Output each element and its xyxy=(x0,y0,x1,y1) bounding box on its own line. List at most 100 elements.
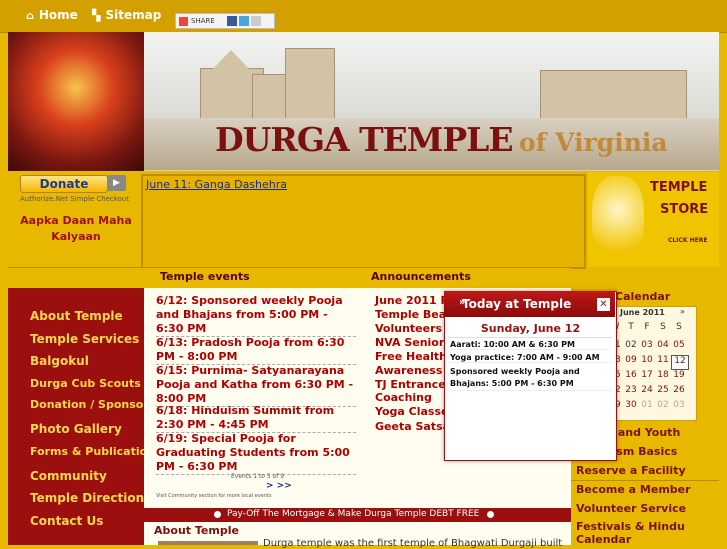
sitemap-icon: ▚ xyxy=(92,9,101,22)
events-pager[interactable]: > >> xyxy=(266,481,292,491)
calendar-day[interactable]: 05 xyxy=(671,340,687,355)
sitemap-link[interactable]: ▚ Sitemap xyxy=(92,8,161,22)
about-image xyxy=(158,541,258,545)
section-header-bar xyxy=(8,267,571,289)
sitemap-label: Sitemap xyxy=(105,8,162,22)
menu-festivals-calendar[interactable]: Festivals & Hindu Calendar xyxy=(576,520,716,546)
menu-volunteer-service[interactable]: Volunteer Service xyxy=(576,502,686,515)
calendar-day[interactable]: 24 xyxy=(639,385,655,400)
close-icon[interactable]: ✕ xyxy=(597,298,610,311)
popup-title: Today at Temple xyxy=(462,297,572,311)
calendar-day[interactable]: 04 xyxy=(655,340,671,355)
nav-about-temple[interactable]: About Temple xyxy=(30,309,123,323)
nav-photo-gallery[interactable]: Photo Gallery xyxy=(30,422,122,436)
store-title-line2: STORE xyxy=(660,202,709,217)
calendar-days: 0102030405080910111215161718192223242526… xyxy=(607,340,689,415)
nav-temple-services[interactable]: Temple Services xyxy=(30,332,139,346)
announcements-heading: Announcements xyxy=(371,270,471,283)
popup-line: Sponsored weekly Pooja and Bhajans: 5:00… xyxy=(450,366,612,391)
share-button[interactable]: SHARE xyxy=(175,13,275,29)
calendar-day[interactable]: 11 xyxy=(655,355,671,370)
popup-date: Sunday, June 12 xyxy=(448,322,613,338)
about-heading: About Temple xyxy=(154,524,239,537)
weekday-label: S xyxy=(660,322,666,332)
nav-community[interactable]: Community xyxy=(30,469,107,483)
event-item[interactable]: 6/19: Special Pooja for Graduating Stude… xyxy=(156,432,356,475)
twitter-icon xyxy=(239,16,250,26)
events-note: Visit Community section for more local e… xyxy=(156,493,272,499)
calendar-day[interactable]: 18 xyxy=(655,370,671,385)
calendar-week-row: 2930010203 xyxy=(607,400,689,415)
event-item[interactable]: 6/18: Hinduism Summit from 2:30 PM - 4:4… xyxy=(156,404,356,433)
nav-contact-us[interactable]: Contact Us xyxy=(30,514,103,528)
calendar-day[interactable]: 30 xyxy=(623,400,639,415)
event-item[interactable]: 6/13: Pradosh Pooja from 6:30 PM - 8:00 … xyxy=(156,336,356,365)
marquee-text[interactable]: Pay-Off The Mortgage & Make Durga Temple… xyxy=(227,509,479,519)
announcement-item[interactable]: Volunteers V xyxy=(375,322,454,336)
announcement-item[interactable]: Temple Bea xyxy=(375,308,446,322)
store-click-here[interactable]: CLICK HERE xyxy=(668,237,707,244)
calendar-heading: Calendar xyxy=(615,290,671,303)
donate-button[interactable]: Donate xyxy=(20,175,108,193)
nav-durga-cub-scouts[interactable]: Durga Cub Scouts xyxy=(30,377,141,390)
weekday-label: F xyxy=(644,322,650,332)
calendar-month: June 2011 xyxy=(620,308,665,317)
calendar-day[interactable]: 02 xyxy=(655,400,671,415)
calendar-week-row: 0809101112 xyxy=(607,355,689,370)
nav-temple-direction[interactable]: Temple Direction xyxy=(30,491,144,505)
calendar-day[interactable]: 17 xyxy=(639,370,655,385)
event-item[interactable]: 6/12: Sponsored weekly Pooja and Bhajans… xyxy=(156,294,356,337)
calendar-day[interactable]: 25 xyxy=(655,385,671,400)
payment-provider: Authorize.Net Simple Checkout xyxy=(20,195,130,203)
weekday-label: S xyxy=(676,322,682,332)
weekday-label: T xyxy=(628,322,634,332)
donate-arrow-icon[interactable]: ▶ xyxy=(107,175,126,191)
calendar-today[interactable]: 12 xyxy=(671,355,689,370)
calendar-next-button[interactable]: » xyxy=(680,307,685,316)
nav-forms-publications[interactable]: Forms & Publications xyxy=(30,445,162,458)
events-count: Events 1 to 5 of 9 xyxy=(231,473,285,480)
left-nav xyxy=(8,288,144,545)
calendar-day[interactable]: 01 xyxy=(639,400,655,415)
menu-become-member[interactable]: Become a Member xyxy=(576,483,691,496)
menu-reserve-facility[interactable]: Reserve a Facility xyxy=(576,464,686,477)
donate-tagline: Aapka Daan Maha Kalyaan xyxy=(20,214,132,243)
share-label: SHARE xyxy=(191,17,215,25)
calendar-day[interactable]: 03 xyxy=(639,340,655,355)
announcement-item[interactable]: Awareness xyxy=(375,364,442,378)
calendar-day[interactable]: 16 xyxy=(623,370,639,385)
nav-donation-sponsor[interactable]: Donation / Sponsor xyxy=(30,398,149,411)
nav-balgokul[interactable]: Balgokul xyxy=(30,354,89,368)
calendar-day[interactable]: 09 xyxy=(623,355,639,370)
events-heading: Temple events xyxy=(160,270,250,283)
announcement-item[interactable]: Yoga Classe xyxy=(375,405,448,419)
calendar-week-row: 2223242526 xyxy=(607,385,689,400)
calendar-day[interactable]: 23 xyxy=(623,385,639,400)
announcement-item[interactable]: Geeta Satsa xyxy=(375,420,450,434)
temple-spire-image xyxy=(210,50,252,72)
calendar-grid: W T F S S xyxy=(607,322,687,332)
home-link[interactable]: ⌂ Home xyxy=(26,8,78,22)
calendar-day[interactable]: 02 xyxy=(623,340,639,355)
announcement-item[interactable]: TJ Entrance xyxy=(375,378,446,392)
calendar-week-row: 1516171819 xyxy=(607,370,689,385)
site-subtitle: of Virginia xyxy=(519,128,668,157)
goddess-image xyxy=(8,32,144,171)
news-scroller-link[interactable]: June 11: Ganga Dashehra xyxy=(146,178,287,191)
calendar-day[interactable]: 03 xyxy=(671,400,687,415)
share-icon xyxy=(179,16,188,26)
calendar-day[interactable]: 10 xyxy=(639,355,655,370)
announcement-item[interactable]: Coaching xyxy=(375,391,432,405)
bullet-icon xyxy=(214,511,221,518)
announcement-item[interactable]: June 2011 R xyxy=(375,294,449,308)
menu-divider xyxy=(571,480,719,481)
bullet-icon xyxy=(487,511,494,518)
calendar-day[interactable]: 19 xyxy=(671,370,687,385)
announcement-item[interactable]: Free Health xyxy=(375,350,447,364)
event-item[interactable]: 6/15: Purnima- Satyanarayana Pooja and K… xyxy=(156,364,356,407)
announcement-item[interactable]: NVA Senior xyxy=(375,336,444,350)
calendar-day[interactable]: 26 xyxy=(671,385,687,400)
ganesha-image xyxy=(592,176,644,260)
store-title-line1: TEMPLE xyxy=(650,180,708,195)
popup-line: Yoga practice: 7:00 AM - 9:00 AM xyxy=(450,353,612,363)
